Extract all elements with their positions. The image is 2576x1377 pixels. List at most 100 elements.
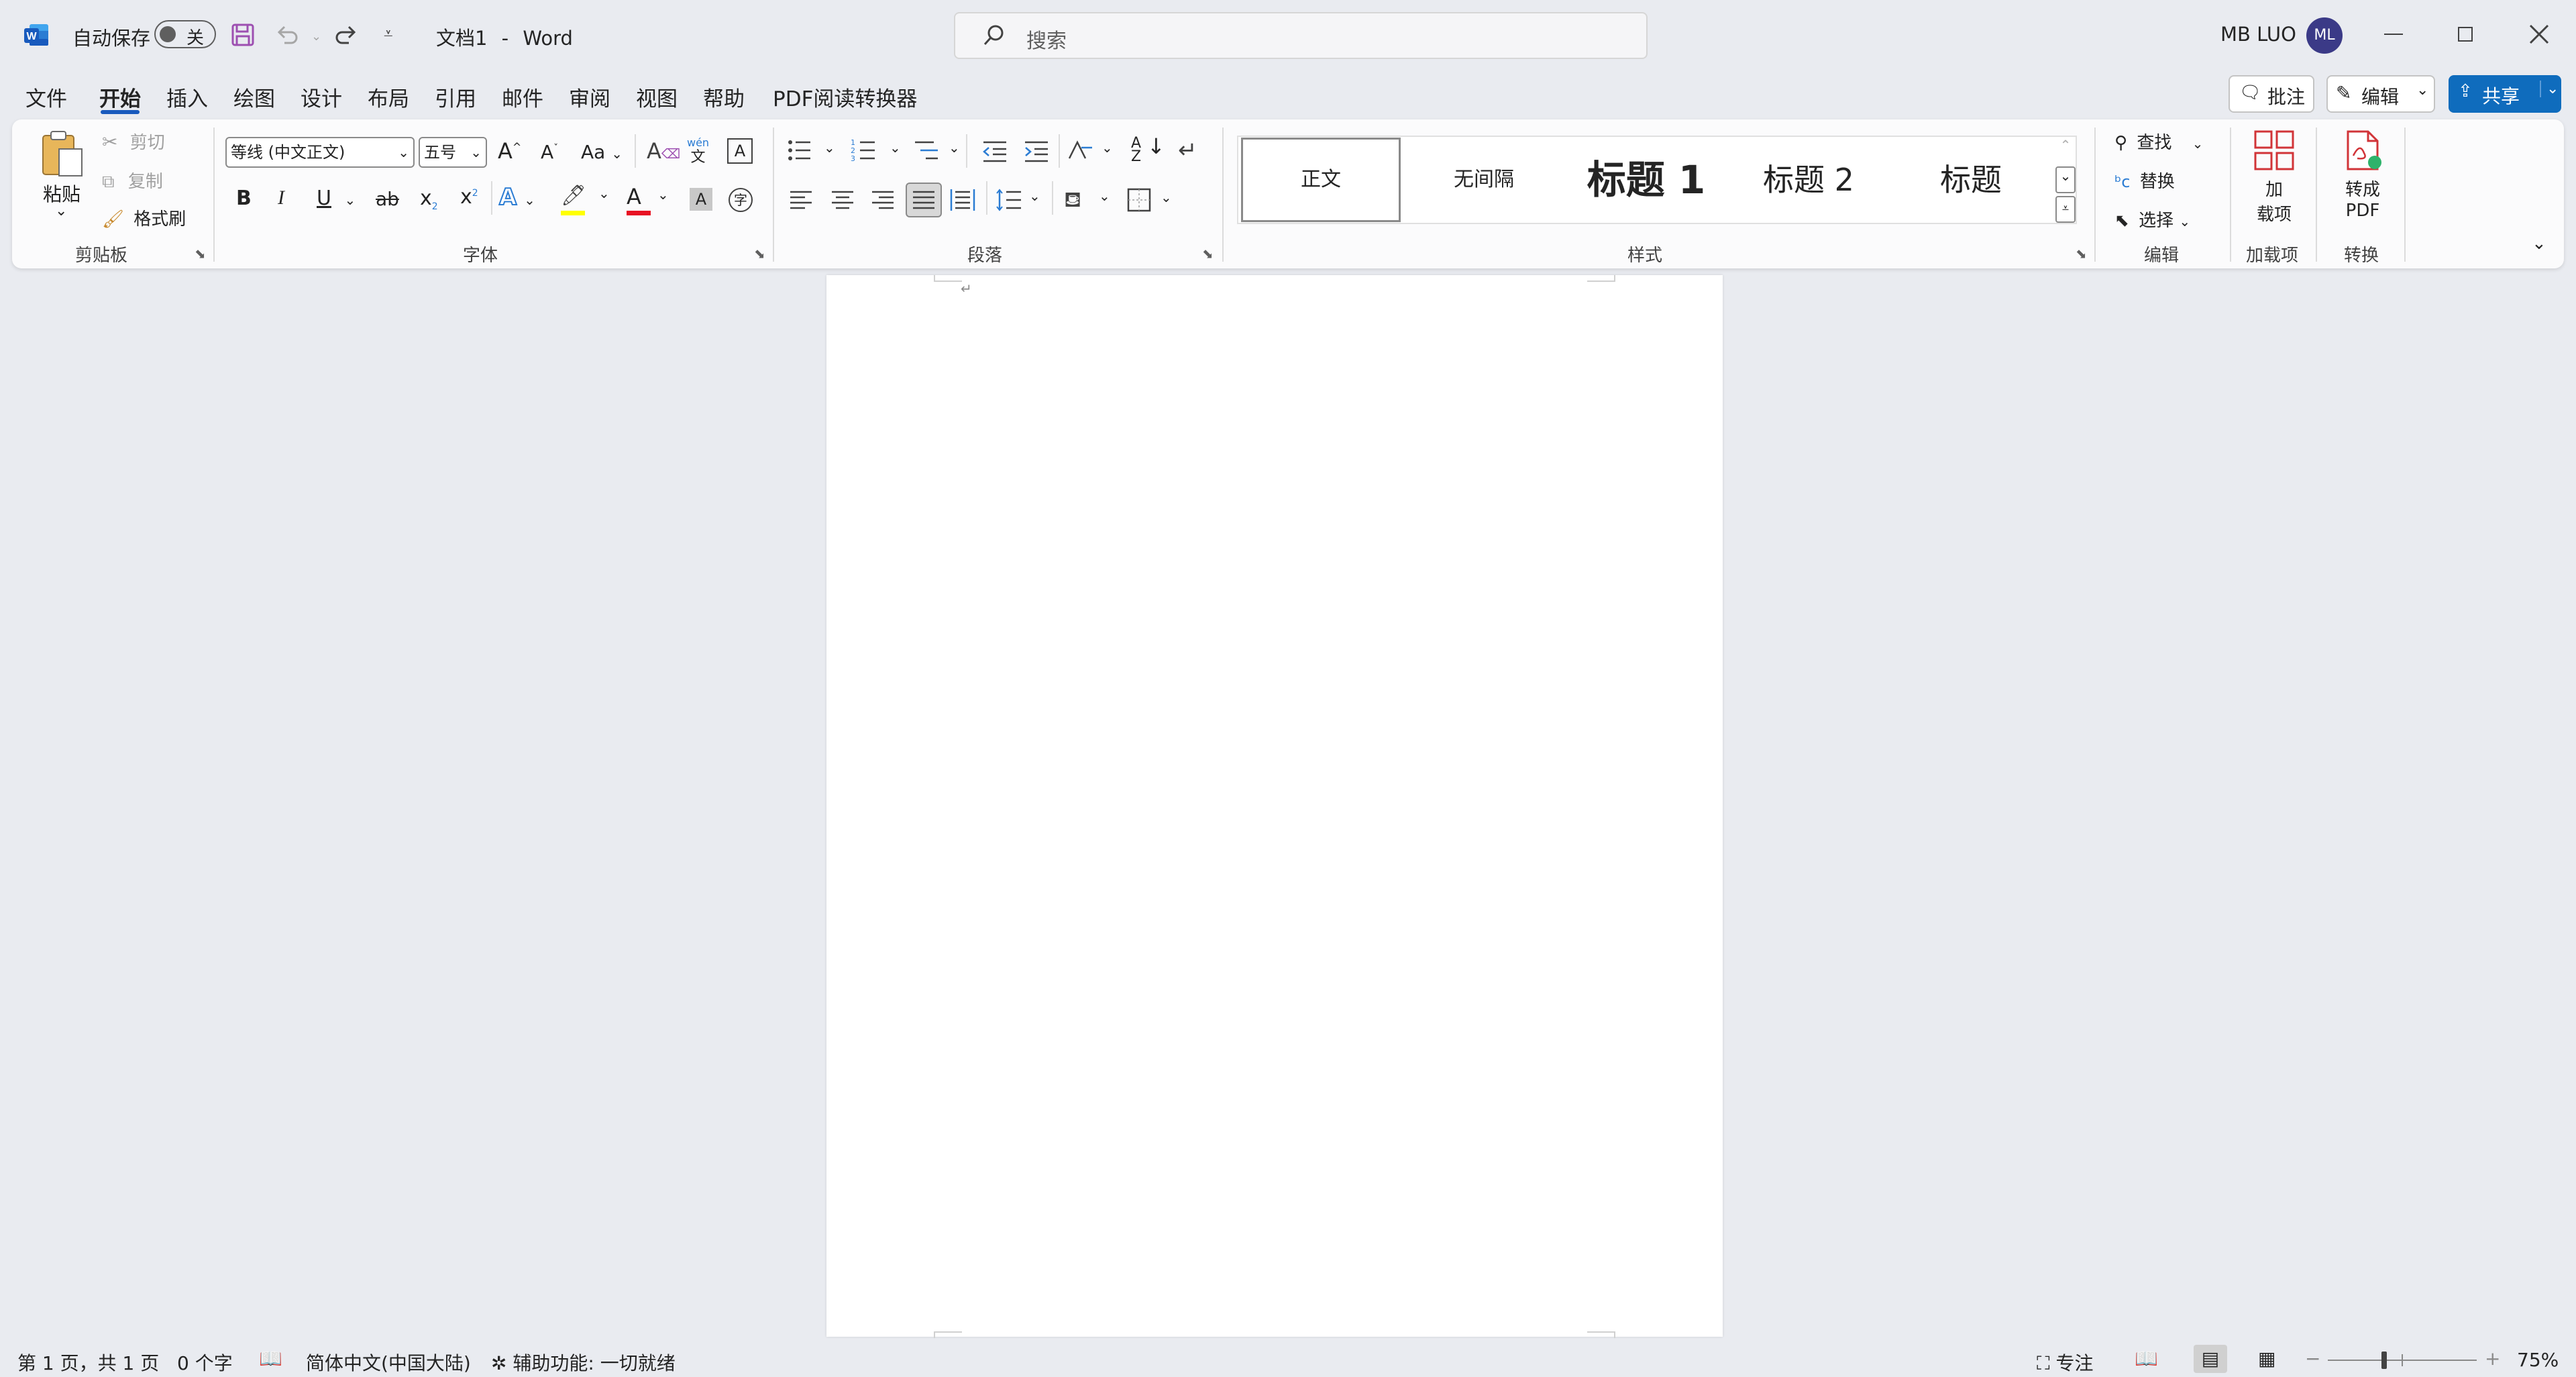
addins-button[interactable]: 加 载项 xyxy=(2245,129,2304,230)
shrink-font-icon[interactable]: Aˇ xyxy=(541,141,558,163)
tab-home[interactable]: 开始 xyxy=(99,82,141,112)
editing-mode-button[interactable]: ✎ 编辑 ⌄ xyxy=(2326,75,2435,113)
print-layout-icon[interactable]: ▤ xyxy=(2194,1345,2227,1373)
borders-button[interactable]: ⌄ xyxy=(1127,188,1172,215)
document-page[interactable]: ↵ xyxy=(826,275,1723,1338)
distributed-icon[interactable] xyxy=(950,188,975,215)
minimize-icon[interactable] xyxy=(2384,34,2403,35)
format-painter-button[interactable]: 🖌 格式刷 xyxy=(102,205,186,230)
share-button[interactable]: ⇪ 共享 ⌄ xyxy=(2449,75,2561,113)
read-mode-icon[interactable]: 📖 xyxy=(2135,1347,2158,1370)
select-button[interactable]: ⬉ 选择 ⌄ xyxy=(2114,207,2190,232)
font-color-button[interactable]: A ⌄ xyxy=(627,184,669,215)
style-no-spacing[interactable]: 无间隔 xyxy=(1405,138,1563,222)
underline-button[interactable]: U ⌄ xyxy=(317,187,356,210)
focus-button[interactable]: ⛶ 专注 xyxy=(2037,1349,2094,1376)
proofing-icon[interactable]: 📖 xyxy=(259,1347,282,1370)
font-size-dropdown[interactable]: 五号 ⌄ xyxy=(419,137,487,168)
tab-layout[interactable]: 布局 xyxy=(368,82,409,112)
redo-icon[interactable] xyxy=(334,23,358,50)
tab-insert[interactable]: 插入 xyxy=(166,82,208,112)
tab-design[interactable]: 设计 xyxy=(301,82,342,112)
enclose-characters-icon[interactable]: 字 xyxy=(729,188,753,212)
tab-view[interactable]: 视图 xyxy=(636,82,678,112)
page-count[interactable]: 第 1 页，共 1 页 xyxy=(17,1349,159,1376)
bold-button[interactable]: B xyxy=(236,187,252,210)
tab-references[interactable]: 引用 xyxy=(435,82,476,112)
replace-button[interactable]: ᵇc 替换 xyxy=(2114,168,2175,193)
character-shading-icon[interactable]: A xyxy=(690,188,712,211)
zoom-out-button[interactable]: − xyxy=(2305,1347,2320,1370)
decrease-indent-icon[interactable] xyxy=(982,138,1008,166)
show-paragraph-marks-icon[interactable]: ↵ xyxy=(1178,137,1197,164)
tab-draw[interactable]: 绘图 xyxy=(233,82,275,112)
restore-icon[interactable] xyxy=(2458,27,2473,42)
styles-scroll-down-icon[interactable]: ⌄ xyxy=(2055,166,2076,193)
zoom-slider-thumb[interactable] xyxy=(2381,1352,2387,1369)
search-box[interactable]: 搜索 xyxy=(954,12,1648,59)
comments-button[interactable]: 🗨 批注 xyxy=(2229,75,2314,113)
paragraph-launcher-icon[interactable]: ⬊ xyxy=(1202,246,1214,262)
convert-pdf-button[interactable]: 转成 PDF xyxy=(2332,129,2394,230)
superscript-button[interactable]: x2 xyxy=(460,185,478,209)
save-icon[interactable] xyxy=(231,23,255,50)
tab-mailings[interactable]: 邮件 xyxy=(502,82,543,112)
change-case-button[interactable]: Aa ⌄ xyxy=(581,141,623,163)
font-name-dropdown[interactable]: 等线 (中文正文) ⌄ xyxy=(225,137,415,168)
style-title[interactable]: 标题 xyxy=(1892,138,2050,222)
zoom-level[interactable]: 75% xyxy=(2517,1349,2559,1371)
language-status[interactable]: 简体中文(中国大陆) xyxy=(306,1349,471,1376)
undo-icon[interactable] xyxy=(275,23,299,50)
multilevel-list-button[interactable]: ⌄ xyxy=(914,137,960,166)
user-name[interactable]: MB LUO xyxy=(2220,23,2296,46)
avatar-initials: ML xyxy=(2314,27,2335,44)
bullets-button[interactable]: ⌄ xyxy=(786,137,835,166)
collapse-ribbon-icon[interactable]: ⌄ xyxy=(2532,234,2546,254)
tab-pdf-converter[interactable]: PDF阅读转换器 xyxy=(773,82,917,112)
align-left-icon[interactable] xyxy=(789,188,813,215)
phonetic-guide-icon[interactable]: wén 文 xyxy=(687,136,709,165)
paste-button[interactable]: 粘贴 ⌄ xyxy=(38,129,89,230)
web-layout-icon[interactable]: ▦ xyxy=(2258,1347,2275,1370)
zoom-slider[interactable] xyxy=(2328,1352,2477,1369)
word-count[interactable]: 0 个字 xyxy=(177,1349,233,1376)
italic-button[interactable]: I xyxy=(278,187,284,209)
strikethrough-button[interactable]: ab xyxy=(376,188,399,210)
cut-button[interactable]: ✂ 剪切 xyxy=(102,129,165,154)
line-spacing-button[interactable]: ⌄ xyxy=(996,188,1040,215)
autosave-toggle[interactable]: 关 xyxy=(154,20,216,48)
style-heading-2[interactable]: 标题 2 xyxy=(1729,138,1888,222)
align-right-icon[interactable] xyxy=(871,188,895,215)
text-effects-button[interactable]: A ⌄ xyxy=(498,183,535,211)
tab-help[interactable]: 帮助 xyxy=(703,82,745,112)
justify-icon[interactable] xyxy=(906,183,942,217)
subscript-button[interactable]: x2 xyxy=(420,187,438,212)
highlight-color-button[interactable]: 🖊 ⌄ xyxy=(561,184,610,215)
grow-font-icon[interactable]: A^ xyxy=(498,138,521,164)
increase-indent-icon[interactable] xyxy=(1024,138,1049,166)
zoom-in-button[interactable]: + xyxy=(2485,1347,2500,1370)
clipboard-launcher-icon[interactable]: ⬊ xyxy=(195,246,206,262)
styles-more-icon[interactable]: ⩡ xyxy=(2055,196,2076,223)
close-icon[interactable] xyxy=(2528,23,2551,48)
undo-dropdown-icon[interactable]: ⌄ xyxy=(311,30,321,44)
sort-icon[interactable]: AZ ↓ xyxy=(1131,136,1165,164)
font-launcher-icon[interactable]: ⬊ xyxy=(754,246,765,262)
styles-scroll-up-icon[interactable]: ⌃ xyxy=(2055,137,2076,164)
character-border-icon[interactable]: A xyxy=(727,138,753,164)
customize-toolbar-icon[interactable]: ⩡ xyxy=(384,24,393,43)
avatar[interactable]: ML xyxy=(2306,17,2343,54)
chinese-layout-button[interactable]: ⌄ xyxy=(1068,138,1113,166)
align-center-icon[interactable] xyxy=(830,188,855,215)
styles-launcher-icon[interactable]: ⬊ xyxy=(2076,246,2087,262)
tab-review[interactable]: 审阅 xyxy=(569,82,610,112)
style-heading-1[interactable]: 标题 1 xyxy=(1567,138,1725,222)
shading-button[interactable]: ⛾ ⌄ xyxy=(1064,187,1110,215)
style-normal[interactable]: 正文 xyxy=(1241,138,1401,222)
find-button[interactable]: ⚲ 查找 ⌄ xyxy=(2114,129,2203,154)
numbering-button[interactable]: 123 ⌄ xyxy=(851,137,901,166)
copy-button[interactable]: ⧉ 复制 xyxy=(102,168,163,193)
accessibility-status[interactable]: ✲ 辅助功能: 一切就绪 xyxy=(491,1349,676,1376)
tab-file[interactable]: 文件 xyxy=(25,82,67,112)
clear-formatting-icon[interactable]: A⌫ xyxy=(647,138,680,164)
